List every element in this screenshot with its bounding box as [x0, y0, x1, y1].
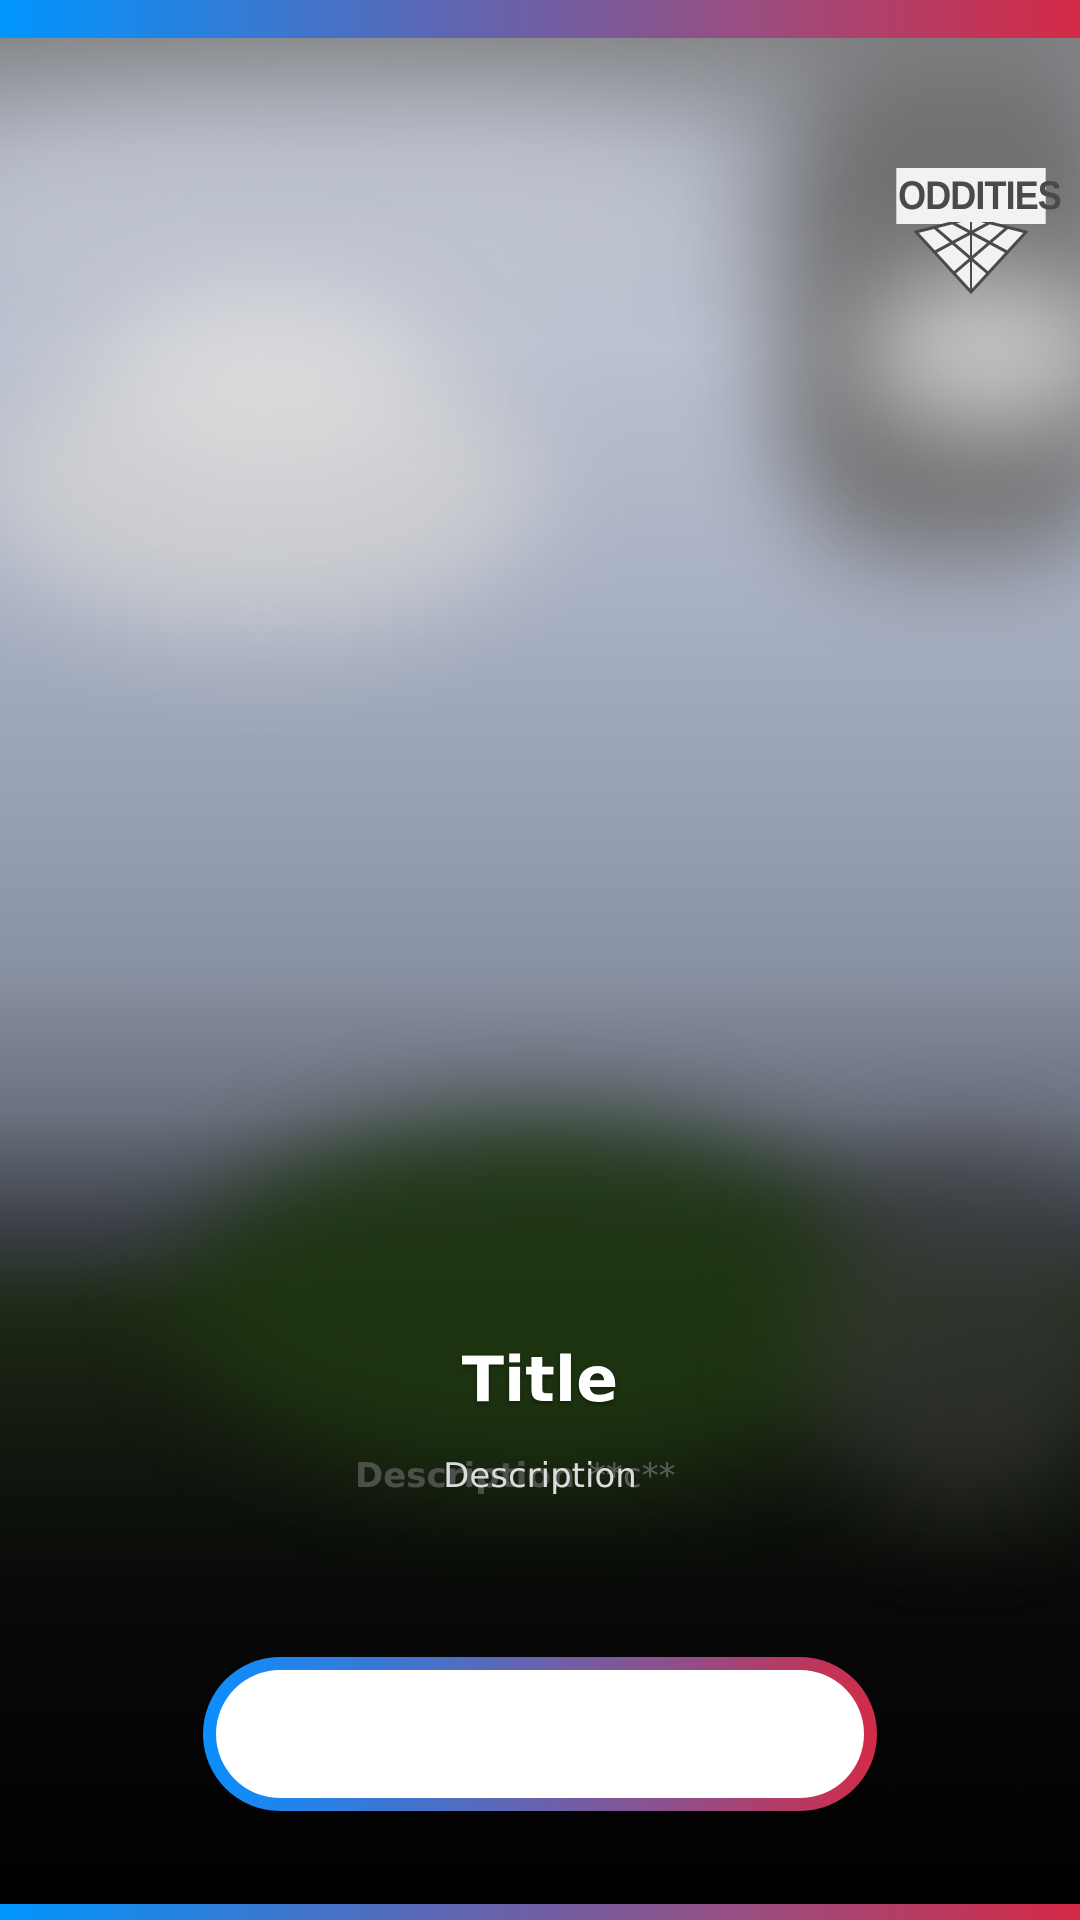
- top-gradient-bar: [0, 0, 1080, 38]
- primary-action-button-label[interactable]: [216, 1670, 864, 1798]
- background-blur: [180, 1120, 900, 1480]
- primary-action-button[interactable]: [203, 1657, 877, 1811]
- background-blur: [0, 100, 720, 340]
- description: Description: [443, 1456, 637, 1496]
- oddities-logo: ODDITIES: [890, 170, 1062, 295]
- background-blur: [120, 290, 420, 470]
- page-title: Title: [461, 1343, 619, 1416]
- bottom-gradient-bar: [0, 1904, 1080, 1920]
- grid-diamond-icon: [914, 222, 1028, 294]
- screen: ODDITIES Title Description **c** Descript…: [0, 0, 1080, 1920]
- logo-text: ODDITIES: [898, 170, 1062, 222]
